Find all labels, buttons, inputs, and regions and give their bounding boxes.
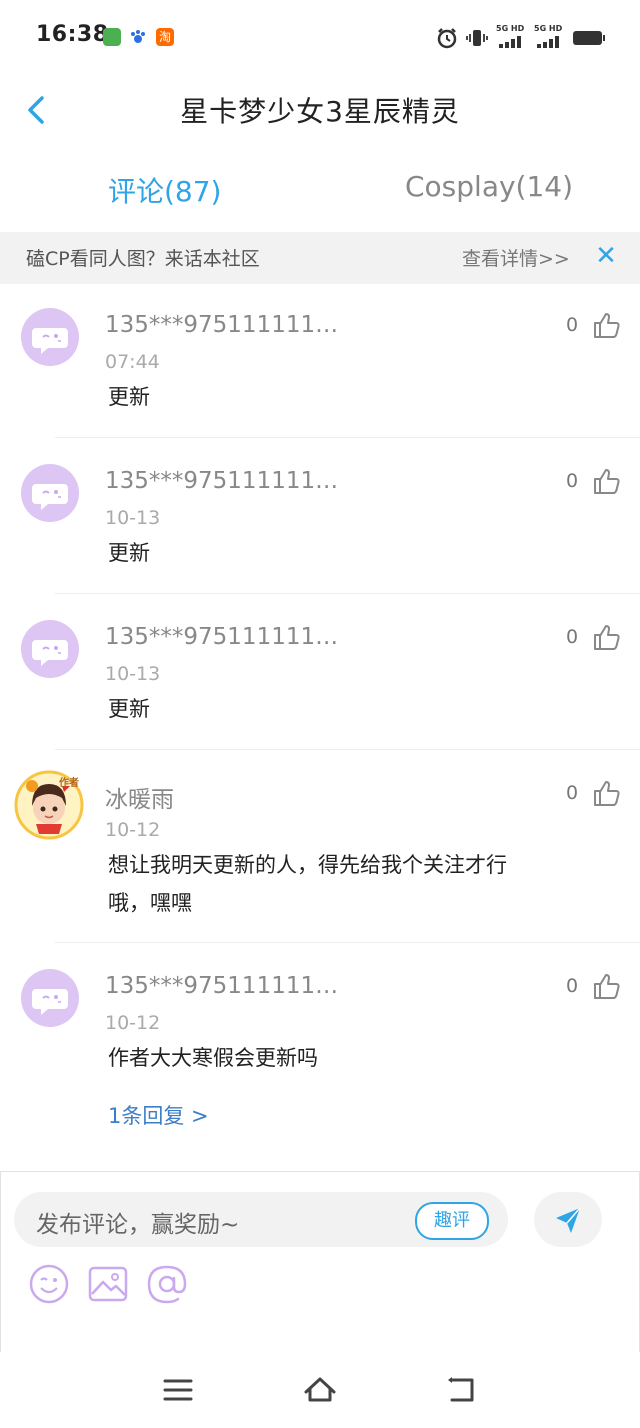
like-count: 0 <box>566 626 579 648</box>
fun-comment-button[interactable]: 趣评 <box>415 1202 489 1240</box>
comment-composer: 发布评论，赢奖励~ 趣评 <box>0 1171 640 1353</box>
divider <box>55 593 640 594</box>
emoji-icon[interactable] <box>28 1263 70 1305</box>
thumbs-up-icon[interactable] <box>592 466 622 496</box>
divider <box>55 437 640 438</box>
back-nav-icon[interactable] <box>444 1372 480 1408</box>
battery-icon <box>573 31 605 45</box>
mention-icon[interactable] <box>146 1263 188 1305</box>
banner-text: 磕CP看同人图？来话本社区 <box>26 248 260 270</box>
signal-indicator-2: 5G HD <box>534 24 564 50</box>
comment-text: 更新 <box>108 697 150 721</box>
comment-item: 135***975111111… 10-13 更新 0 <box>0 440 640 594</box>
menu-icon[interactable] <box>160 1372 196 1408</box>
network-label-1: 5G HD <box>496 24 525 33</box>
comment-item: 作者 冰暖雨 10-12 想让我明天更新的人，得先给我个关注才行 哦，嘿嘿 0 <box>0 752 640 942</box>
comment-input-placeholder: 发布评论，赢奖励~ <box>36 1212 240 1238</box>
comment-text-line-2: 哦，嘿嘿 <box>108 891 192 915</box>
comment-item: 135***975111111… 10-12 作者大大寒假会更新吗 0 1条回复… <box>0 945 640 1155</box>
thumbs-up-icon[interactable] <box>592 622 622 652</box>
comment-username[interactable]: 135***975111111… <box>105 312 338 338</box>
comment-username[interactable]: 135***975111111… <box>105 624 338 650</box>
system-nav-bar <box>0 1352 640 1428</box>
banner-details-link[interactable]: 查看详情>> <box>462 244 570 271</box>
default-avatar-icon <box>32 328 68 354</box>
avatar[interactable] <box>21 620 79 678</box>
avatar[interactable] <box>21 464 79 522</box>
send-button[interactable] <box>534 1192 602 1247</box>
home-icon[interactable] <box>302 1372 338 1408</box>
send-icon <box>556 1207 581 1233</box>
comment-username[interactable]: 冰暖雨 <box>105 780 174 814</box>
comment-date: 10-13 <box>105 663 161 685</box>
vibrate-icon <box>466 30 488 46</box>
image-icon[interactable] <box>87 1263 129 1305</box>
promo-banner[interactable]: 磕CP看同人图？来话本社区 查看详情>> ✕ <box>0 232 640 284</box>
taobao-notification-icon: 淘 <box>156 28 174 46</box>
tab-comments[interactable]: 评论(87) <box>108 170 221 210</box>
comment-username[interactable]: 135***975111111… <box>105 468 338 494</box>
comment-text: 作者大大寒假会更新吗 <box>108 1046 318 1070</box>
default-avatar-icon <box>32 484 68 510</box>
tab-bar: 评论(87) Cosplay(14) <box>0 146 640 232</box>
signal-indicator-1: 5G HD <box>496 24 526 50</box>
thumbs-up-icon[interactable] <box>592 971 622 1001</box>
alarm-icon <box>437 28 457 49</box>
comment-text: 更新 <box>108 541 150 565</box>
like-count: 0 <box>566 782 579 804</box>
nav-header: 星卡梦少女3星辰精灵 <box>0 76 640 146</box>
like-count: 0 <box>566 314 579 336</box>
author-badge: 作者 <box>59 778 79 789</box>
comment-text: 更新 <box>108 385 150 409</box>
divider <box>55 749 640 750</box>
avatar[interactable] <box>21 969 79 1027</box>
default-avatar-icon <box>32 989 68 1015</box>
comment-date: 07:44 <box>105 351 160 373</box>
author-avatar[interactable]: 作者 <box>14 770 84 840</box>
view-replies-link[interactable]: 1条回复 > <box>108 1100 209 1130</box>
page-title: 星卡梦少女3星辰精灵 <box>180 95 460 128</box>
comment-input[interactable]: 发布评论，赢奖励~ 趣评 <box>14 1192 508 1247</box>
divider <box>55 942 640 943</box>
default-avatar-icon <box>32 640 68 666</box>
network-label-2: 5G HD <box>534 24 563 33</box>
comment-username[interactable]: 135***975111111… <box>105 973 338 999</box>
comment-date: 10-12 <box>105 1012 161 1034</box>
thumbs-up-icon[interactable] <box>592 310 622 340</box>
tab-cosplay[interactable]: Cosplay(14) <box>405 170 573 203</box>
avatar[interactable] <box>21 308 79 366</box>
like-count: 0 <box>566 470 579 492</box>
app-notification-icon <box>103 28 121 46</box>
comment-date: 10-12 <box>105 819 161 841</box>
comment-date: 10-13 <box>105 507 161 529</box>
baidu-notification-icon <box>129 28 147 46</box>
status-bar: 16:38 淘 5G HD 5G HD <box>0 0 640 76</box>
comment-item: 135***975111111… 07:44 更新 0 <box>0 284 640 438</box>
like-count: 0 <box>566 975 579 997</box>
close-icon[interactable]: ✕ <box>592 240 620 272</box>
thumbs-up-icon[interactable] <box>592 778 622 808</box>
status-time: 16:38 <box>36 22 109 47</box>
comment-item: 135***975111111… 10-13 更新 0 <box>0 596 640 750</box>
status-indicators: 5G HD 5G HD <box>436 24 606 52</box>
